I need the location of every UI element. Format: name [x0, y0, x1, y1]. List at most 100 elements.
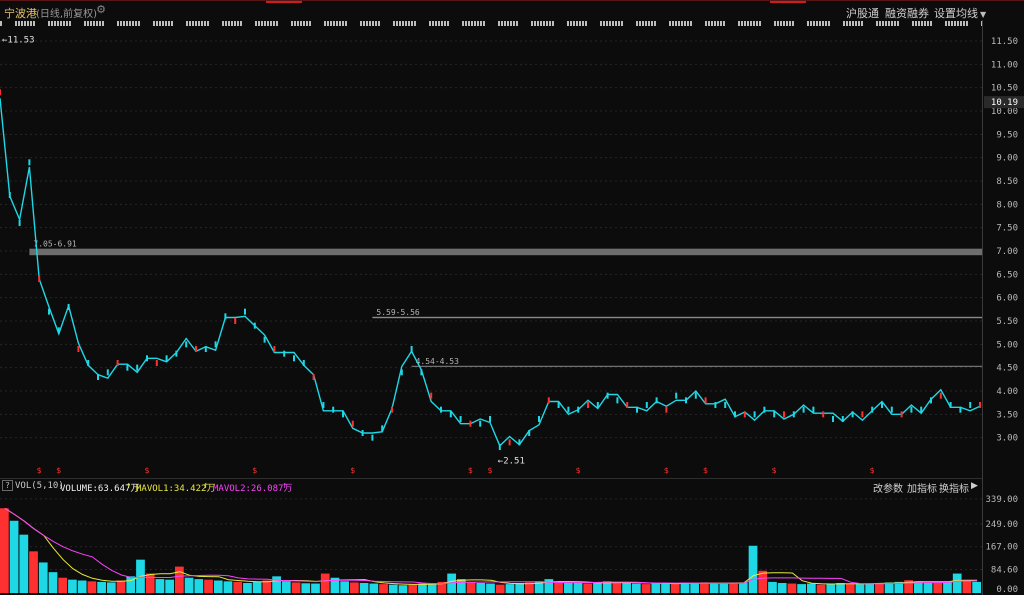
volume-bar: [583, 583, 593, 593]
support-level-label: 4.54-4.53: [416, 357, 460, 366]
event-marker: [621, 21, 623, 26]
event-marker: [366, 21, 368, 26]
event-marker: [264, 21, 266, 26]
support-level-band: [411, 365, 983, 367]
stock-name[interactable]: 宁波港: [4, 5, 37, 21]
dividend-marker: $: [664, 466, 669, 475]
event-marker: [828, 21, 830, 26]
candle: [910, 406, 913, 413]
volume-bar: [204, 579, 213, 593]
volume-bar: [593, 582, 602, 593]
volume-bar: [19, 534, 29, 593]
volume-bar: [612, 582, 622, 593]
event-marker: [858, 21, 860, 26]
event-marker: [237, 21, 239, 26]
candle: [822, 411, 825, 418]
volume-tick-label: 0.00: [996, 585, 1018, 595]
volume-bar: [554, 581, 563, 593]
candle: [126, 364, 129, 371]
volume-bar: [9, 520, 19, 593]
volume-bar: [641, 584, 651, 593]
event-marker: [897, 21, 899, 26]
candle: [332, 406, 335, 413]
event-marker: [324, 21, 326, 26]
volume-tick-label: 167.00: [985, 543, 1018, 553]
active-tab-indicator: [266, 1, 302, 3]
price-tick-label: 6.00: [996, 294, 1018, 304]
volume-bar: [456, 579, 466, 593]
price-chart[interactable]: 11.50 11.00 10.50 10.00 9.50 9.00 8.50 8.00 7.50…: [0, 27, 1024, 477]
volume-bar: [213, 580, 223, 593]
candle: [253, 322, 256, 329]
event-marker: [534, 21, 536, 26]
dividend-marker: $: [350, 466, 355, 475]
event-marker: [879, 21, 881, 26]
volume-bar: [845, 583, 855, 593]
event-marker: [855, 21, 857, 26]
gear-icon[interactable]: ⚙: [95, 4, 107, 16]
hugang-link[interactable]: 沪股通: [846, 5, 879, 21]
candle: [351, 420, 354, 427]
event-marker: [231, 21, 233, 26]
event-marker: [54, 21, 56, 26]
event-marker: [501, 21, 503, 26]
event-marker: [468, 21, 470, 26]
candle: [724, 402, 727, 408]
event-marker: [480, 21, 482, 26]
price-tick-label: 10.50: [991, 84, 1018, 94]
low-price-marker: ←2.51: [498, 457, 525, 467]
candle: [949, 402, 952, 408]
candle: [146, 355, 148, 362]
candle: [214, 341, 217, 348]
chart-mode-label[interactable]: (日线,前复权): [36, 5, 97, 20]
event-marker: [96, 21, 98, 26]
event-marker: [618, 21, 620, 26]
event-marker: [399, 21, 401, 26]
candle: [939, 392, 942, 399]
chevron-right-icon[interactable]: ▶: [971, 481, 978, 491]
event-marker: [93, 21, 95, 26]
ma-settings-label: 设置均线: [934, 7, 978, 20]
event-marker: [948, 21, 950, 26]
candle: [596, 402, 599, 408]
volume-bar: [670, 583, 680, 593]
candle: [802, 406, 805, 413]
event-marker: [861, 21, 863, 26]
event-marker: [204, 21, 206, 26]
event-marker: [783, 21, 785, 26]
volume-bar: [495, 584, 505, 593]
event-marker: [126, 21, 128, 26]
candle: [694, 392, 697, 399]
candle: [685, 397, 687, 404]
ma-settings-menu[interactable]: 设置均线 ▼: [934, 5, 986, 21]
event-marker: [66, 21, 68, 26]
candle: [479, 420, 482, 427]
volume-chart: 339.00 249.00 167.00 84.60 0.00: [0, 495, 1018, 595]
event-marker: [540, 21, 542, 26]
volume-bar: [505, 584, 515, 593]
help-icon[interactable]: ?: [2, 480, 13, 491]
event-marker: [171, 21, 173, 26]
volume-indicator-name[interactable]: VOL(5,10): [15, 481, 64, 491]
event-marker: [675, 21, 677, 26]
candle: [606, 392, 609, 399]
event-marker: [198, 21, 200, 26]
volume-bar: [729, 583, 738, 593]
candle: [185, 341, 188, 348]
volume-bar: [700, 582, 709, 593]
margin-trading-link[interactable]: 融资融券: [885, 5, 929, 21]
event-marker: [846, 21, 848, 26]
candle: [28, 159, 31, 166]
support-level-label: 5.59-5.56: [376, 308, 420, 317]
volume-bar: [651, 583, 661, 593]
event-marker: [330, 21, 332, 26]
event-marker: [672, 21, 674, 26]
volume-bar: [194, 579, 204, 593]
event-marker: [168, 21, 170, 26]
volume-bar: [826, 584, 836, 593]
event-marker: [342, 21, 344, 26]
candle: [783, 411, 785, 418]
event-marker: [960, 21, 962, 26]
candle: [871, 406, 874, 413]
event-marker: [123, 21, 125, 26]
